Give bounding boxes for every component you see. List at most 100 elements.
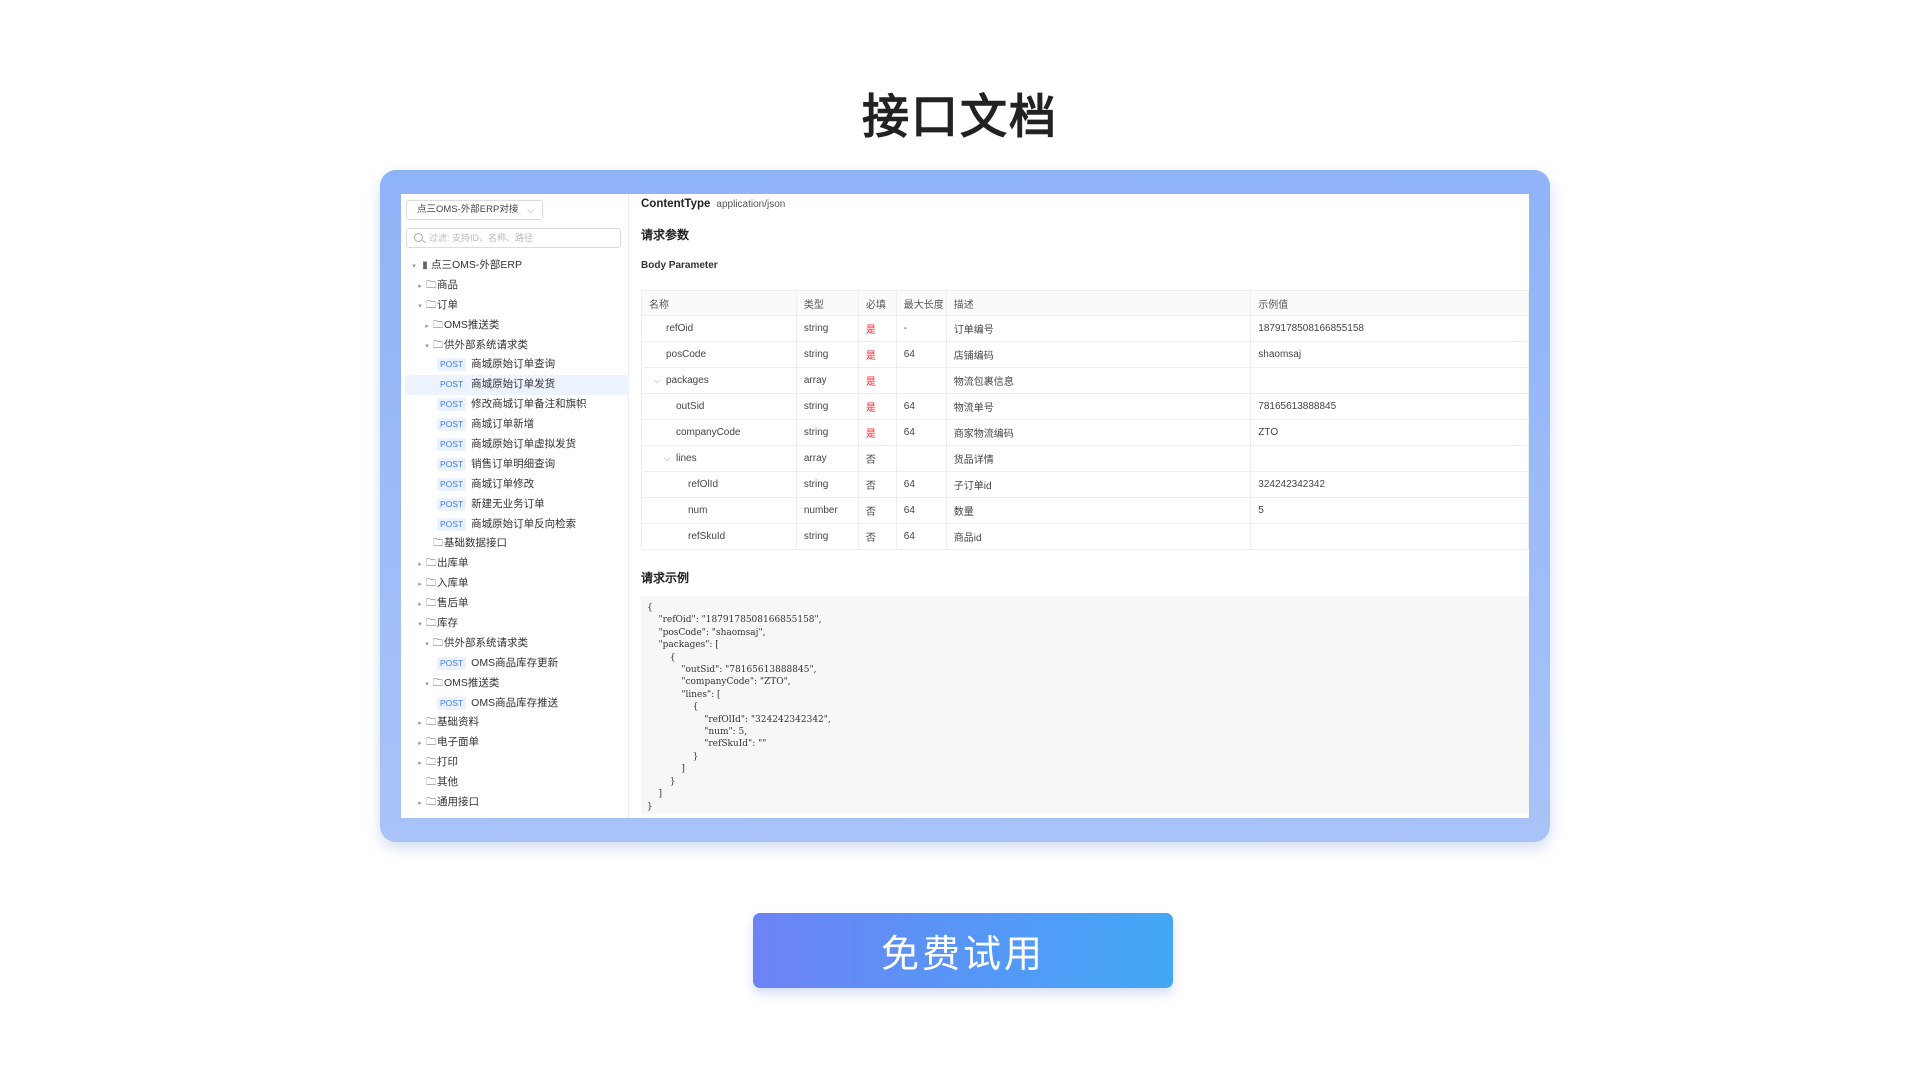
caret-right-icon[interactable]: ▸ xyxy=(422,317,432,337)
content-type-value: application/json xyxy=(716,199,786,210)
method-badge: POST xyxy=(437,517,467,531)
caret-down-icon[interactable]: ▾ xyxy=(415,297,425,317)
caret-right-icon[interactable]: ▸ xyxy=(415,575,425,595)
param-name: refOlId xyxy=(688,479,719,490)
request-example-title: 请求示例 xyxy=(641,571,690,585)
api-endpoint-item[interactable]: POST 销售订单明细查询 xyxy=(401,455,629,475)
cell-required: 是 xyxy=(858,367,897,394)
folder-icon: 🗀 xyxy=(426,737,436,749)
table-row: outSid string 是 64 物流单号 78165613888845 xyxy=(641,393,1529,420)
caret-right-icon[interactable]: ▸ xyxy=(415,754,425,774)
expand-icon[interactable]: ⌵ xyxy=(654,376,666,386)
cell-name: outSid xyxy=(641,393,797,420)
cell-name: refOlId xyxy=(641,471,797,498)
caret-right-icon[interactable]: ▸ xyxy=(415,794,425,814)
param-name: lines xyxy=(676,453,697,464)
cell-type: number xyxy=(796,497,859,524)
api-endpoint-item[interactable]: POST OMS商品库存更新 xyxy=(401,654,629,674)
method-badge: POST xyxy=(437,398,467,412)
expand-icon[interactable]: ⌵ xyxy=(664,454,676,464)
param-name: refOid xyxy=(666,323,694,334)
caret-down-icon[interactable]: ▾ xyxy=(409,257,419,277)
tree-folder-item[interactable]: ▾ 🗀供外部系统请求类 xyxy=(401,634,629,654)
caret-down-icon[interactable]: ▾ xyxy=(422,635,432,655)
tree-item-label: 商城订单修改 xyxy=(471,477,535,490)
free-trial-button[interactable]: 免费试用 xyxy=(753,913,1173,988)
api-endpoint-item[interactable]: POST 修改商城订单备注和旗帜 xyxy=(401,395,629,415)
api-endpoint-item[interactable]: POST 商城订单修改 xyxy=(401,475,629,495)
tree-item-label: 商城订单新增 xyxy=(471,418,535,431)
tree-folder-item[interactable]: ▸ 🗀基础资料 xyxy=(401,713,629,733)
tree-item-label: 入库单 xyxy=(437,577,469,590)
table-header-row: 名称 类型 必填 最大长度 描述 示例值 xyxy=(641,290,1529,316)
project-select[interactable]: 点三OMS-外部ERP对接 ⌵ xyxy=(406,200,543,220)
column-header: 类型 xyxy=(796,290,859,316)
search-icon xyxy=(414,233,423,242)
tree-item-label: 供外部系统请求类 xyxy=(444,338,528,351)
tree-folder-item[interactable]: ▸ 🗀出库单 xyxy=(401,554,629,574)
cell-max-len: 64 xyxy=(896,523,947,550)
tree-item-label: 其他 xyxy=(437,776,458,789)
api-endpoint-item[interactable]: POST 新建无业务订单 xyxy=(401,495,629,515)
tree-folder-item[interactable]: 🗀其他 xyxy=(401,773,629,793)
method-badge: POST xyxy=(437,696,467,710)
tree-folder-item[interactable]: ▸ 🗀入库单 xyxy=(401,574,629,594)
cell-type: string xyxy=(796,523,859,550)
tree-folder-item[interactable]: ▸ 🗀通用接口 xyxy=(401,793,629,813)
tree-item-label: OMS商品库存推送 xyxy=(471,696,559,709)
tree-folder-item[interactable]: 🗀基础数据接口 xyxy=(401,534,629,554)
tree-folder-item[interactable]: ▸ 🗀OMS推送类 xyxy=(401,316,629,336)
tree-folder-item[interactable]: ▸ 🗀打印 xyxy=(401,753,629,773)
tree-item-label: 销售订单明细查询 xyxy=(471,457,556,470)
caret-right-icon[interactable]: ▸ xyxy=(415,555,425,575)
api-endpoint-item[interactable]: POST 商城原始订单查询 xyxy=(401,355,629,375)
tree-item-label: 商城原始订单发货 xyxy=(471,378,556,391)
folder-icon: 🗀 xyxy=(433,677,443,689)
cell-type: string xyxy=(796,315,859,342)
table-row: ⌵ packages array 是物流包裹信息 xyxy=(641,367,1529,394)
api-endpoint-item[interactable]: POST 商城原始订单发货 xyxy=(405,375,629,396)
tree-folder-item[interactable]: ▾ 🗀订单 xyxy=(401,296,629,316)
caret-down-icon[interactable]: ▾ xyxy=(422,675,432,695)
tree-item-label: 电子面单 xyxy=(437,736,479,749)
tree-folder-item[interactable]: ▸ 🗀电子面单 xyxy=(401,733,629,753)
cell-example: 1879178508166855158 xyxy=(1250,315,1529,342)
tree-folder-item[interactable]: ▸ 🗀售后单 xyxy=(401,594,629,614)
tree-item-label: 打印 xyxy=(437,756,458,769)
cell-required: 否 xyxy=(858,445,897,472)
method-badge: POST xyxy=(437,457,467,471)
tree-folder-item[interactable]: ▾ 🗀库存 xyxy=(401,614,629,634)
search-input[interactable]: 过滤: 支持ID、名称、路径 xyxy=(406,228,621,248)
cell-desc: 商家物流编码 xyxy=(946,419,1252,446)
tree-folder-item[interactable]: ▸ 🗀商品 xyxy=(401,276,629,296)
cell-max-len: 64 xyxy=(896,471,947,498)
caret-right-icon[interactable]: ▸ xyxy=(415,595,425,615)
tree-folder-item[interactable]: ▾ ▮ 点三OMS-外部ERP xyxy=(401,256,629,276)
cell-example: shaomsaj xyxy=(1250,341,1529,368)
folder-icon: 🗀 xyxy=(426,598,436,610)
tree-item-label: OMS推送类 xyxy=(444,676,500,689)
api-tree: ▾ ▮ 点三OMS-外部ERP ▸ 🗀商品 ▾ 🗀订单 ▸ 🗀OMS推送类 ▾ 🗀供外部系统请求类 P… xyxy=(401,256,629,813)
tree-item-label: 基础资料 xyxy=(437,716,479,729)
caret-down-icon[interactable]: ▾ xyxy=(415,615,425,635)
tree-folder-item[interactable]: ▾ 🗀OMS推送类 xyxy=(401,674,629,694)
folder-icon: 🗀 xyxy=(426,279,436,291)
tree-item-label: 售后单 xyxy=(437,597,469,610)
method-badge: POST xyxy=(437,497,467,511)
api-endpoint-item[interactable]: POST OMS商品库存推送 xyxy=(401,694,629,714)
caret-right-icon[interactable]: ▸ xyxy=(415,714,425,734)
tree-folder-item[interactable]: ▾ 🗀供外部系统请求类 xyxy=(401,336,629,356)
caret-down-icon[interactable]: ▾ xyxy=(422,337,432,357)
cell-name: posCode xyxy=(641,341,797,368)
api-endpoint-item[interactable]: POST 商城订单新增 xyxy=(401,415,629,435)
cell-type: string xyxy=(796,419,859,446)
param-name: outSid xyxy=(676,401,705,412)
cell-max-len: - xyxy=(896,315,947,342)
folder-icon: 🗀 xyxy=(426,797,436,809)
cell-name: companyCode xyxy=(641,419,797,446)
api-endpoint-item[interactable]: POST 商城原始订单虚拟发货 xyxy=(401,435,629,455)
cell-required: 是 xyxy=(858,315,897,342)
api-endpoint-item[interactable]: POST 商城原始订单反向检索 xyxy=(401,515,629,535)
caret-right-icon[interactable]: ▸ xyxy=(415,277,425,297)
caret-right-icon[interactable]: ▸ xyxy=(415,734,425,754)
